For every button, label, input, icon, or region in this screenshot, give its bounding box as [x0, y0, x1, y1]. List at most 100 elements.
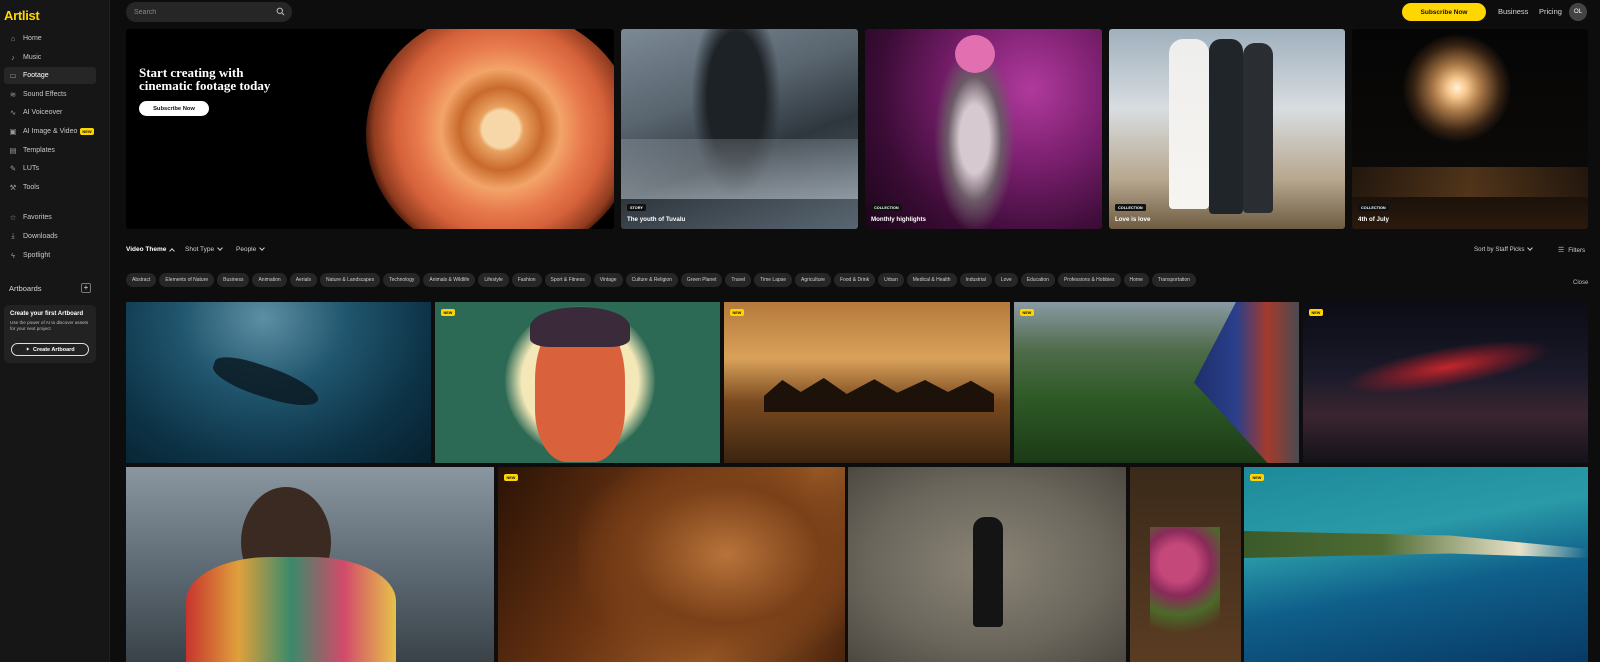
tag-transportation[interactable]: Transportation: [1151, 273, 1196, 287]
hero-card-july[interactable]: COLLECTION 4th of July: [1352, 29, 1588, 229]
tag-aerials[interactable]: Aerials: [289, 273, 317, 287]
tag-abstract[interactable]: Abstract: [126, 273, 157, 287]
filters-button[interactable]: ☰ Filters: [1558, 246, 1585, 255]
footage-tile[interactable]: [848, 467, 1126, 662]
artboards-title: Artboards: [9, 284, 42, 293]
sidebar-item-tools[interactable]: ⚒ Tools: [4, 179, 96, 196]
sparkle-icon: ✦: [25, 346, 30, 353]
sidebar-nav: ⌂ Home ♪ Music ▭ Footage ≋ Sound Effects ∿ AI…: [4, 30, 96, 265]
hero-flower-image: [366, 29, 614, 229]
sidebar-item-ai-voiceover[interactable]: ∿ AI Voiceover: [4, 104, 96, 121]
chevron-down-icon: [217, 245, 223, 251]
tag-education[interactable]: Education: [1020, 273, 1055, 287]
footage-tile[interactable]: [126, 467, 494, 662]
hero-card-story[interactable]: STORY The youth of Tuvalu: [621, 29, 858, 229]
tag-urban[interactable]: Urban: [878, 273, 904, 287]
sidebar-item-label: Tools: [23, 183, 40, 191]
sort-dropdown[interactable]: Sort by Staff Picks: [1474, 245, 1534, 253]
filter-label: People: [236, 246, 257, 253]
create-artboard-button[interactable]: ✦ Create Artboard: [11, 343, 89, 356]
sidebar: Artlist ⌂ Home ♪ Music ▭ Footage ≋ Sound Eff…: [0, 0, 110, 662]
tag-nature-landscapes[interactable]: Nature & Landscapes: [319, 273, 381, 287]
sidebar-item-templates[interactable]: ▤ Templates: [4, 142, 96, 159]
tag-professions-hobbies[interactable]: Professions & Hobbies: [1057, 273, 1121, 287]
sidebar-item-favorites[interactable]: ☆ Favorites: [4, 209, 96, 226]
hero-card-caption: Monthly highlights: [871, 216, 926, 223]
luts-icon: ✎: [9, 164, 17, 174]
people-filter[interactable]: People: [236, 245, 266, 253]
tag-time-lapse[interactable]: Time Lapse: [754, 273, 793, 287]
footage-tile[interactable]: NEW: [498, 467, 845, 662]
close-tags-link[interactable]: Close: [1573, 280, 1588, 286]
sidebar-item-footage[interactable]: ▭ Footage: [4, 67, 96, 85]
hero-card-caption: Love is love: [1115, 216, 1151, 223]
footage-tile[interactable]: [1130, 467, 1241, 662]
video-theme-filter[interactable]: Video Theme: [126, 246, 176, 254]
sidebar-item-label: Music: [23, 53, 42, 61]
hero-card-monthly[interactable]: COLLECTION Monthly highlights: [865, 29, 1102, 229]
officiant-figure: [1209, 39, 1243, 214]
nav-divider: [4, 197, 96, 209]
tag-industrial[interactable]: Industrial: [959, 273, 992, 287]
swimmer-silhouette: [209, 350, 323, 414]
footage-tile[interactable]: NEW: [1303, 302, 1588, 463]
tag-culture-religion[interactable]: Culture & Religion: [625, 273, 678, 287]
sidebar-item-spotlight[interactable]: ϟ Spotlight: [4, 247, 96, 264]
tools-icon: ⚒: [9, 182, 17, 192]
voiceover-icon: ∿: [9, 108, 17, 118]
tag-love[interactable]: Love: [994, 273, 1018, 287]
sidebar-item-home[interactable]: ⌂ Home: [4, 30, 96, 47]
subscribe-now-button[interactable]: Subscribe Now: [1402, 3, 1486, 21]
tag-elements-of-nature[interactable]: Elements of Nature: [159, 273, 215, 287]
sidebar-item-downloads[interactable]: ⤓ Downloads: [4, 228, 96, 245]
tag-lifestyle[interactable]: Lifestyle: [478, 273, 509, 287]
search-icon[interactable]: [276, 7, 285, 16]
shot-type-filter[interactable]: Shot Type: [185, 245, 223, 253]
tag-agriculture[interactable]: Agriculture: [795, 273, 831, 287]
spotlight-icon: ϟ: [11, 250, 15, 260]
tag-animals-wildlife[interactable]: Animals & Wildlife: [423, 273, 476, 287]
business-link[interactable]: Business: [1498, 7, 1528, 16]
tag-animation[interactable]: Animation: [252, 273, 287, 287]
footage-tile[interactable]: [126, 302, 431, 463]
hero-card-chip: STORY: [627, 204, 646, 211]
artboard-card-description: Use the power of AI to discover assets f…: [10, 320, 89, 331]
sidebar-item-label: Spotlight: [23, 251, 51, 259]
tag-business[interactable]: Business: [217, 273, 250, 287]
star-icon: ☆: [9, 213, 17, 223]
create-artboard-label: Create Artboard: [32, 346, 75, 353]
tag-food-drink[interactable]: Food & Drink: [833, 273, 876, 287]
sidebar-item-music[interactable]: ♪ Music: [4, 49, 96, 66]
footage-tile[interactable]: NEW: [435, 302, 720, 463]
footage-tile[interactable]: NEW: [1014, 302, 1299, 463]
user-avatar[interactable]: OL: [1569, 3, 1587, 21]
sidebar-item-ai-image-video[interactable]: ▣ AI Image & Video NEW: [4, 123, 96, 140]
tag-fashion[interactable]: Fashion: [511, 273, 542, 287]
hero-subscribe-button[interactable]: Subscribe Now: [139, 101, 209, 116]
hero-card-chip: COLLECTION: [1358, 204, 1389, 211]
sidebar-item-luts[interactable]: ✎ LUTs: [4, 160, 96, 177]
footage-tile[interactable]: NEW: [724, 302, 1010, 463]
bride-figure: [1169, 39, 1209, 209]
tag-medical-health[interactable]: Medical & Health: [906, 273, 957, 287]
music-icon: ♪: [11, 52, 15, 62]
artlist-logo[interactable]: Artlist: [4, 8, 40, 23]
tag-vintage[interactable]: Vintage: [593, 273, 623, 287]
hero-card-love[interactable]: COLLECTION Love is love: [1109, 29, 1345, 229]
search-input[interactable]: [134, 5, 264, 19]
add-artboard-button[interactable]: +: [81, 283, 91, 293]
sidebar-item-sound-effects[interactable]: ≋ Sound Effects: [4, 86, 96, 103]
sidebar-item-label: LUTs: [23, 165, 39, 173]
train-carriage: [1194, 302, 1299, 463]
tag-green-planet[interactable]: Green Planet: [680, 273, 723, 287]
tag-travel[interactable]: Travel: [725, 273, 752, 287]
tag-technology[interactable]: Technology: [383, 273, 421, 287]
tag-home[interactable]: Home: [1123, 273, 1149, 287]
footage-tile[interactable]: NEW: [1244, 467, 1588, 662]
new-badge: NEW: [1020, 309, 1034, 316]
tag-sport-fitness[interactable]: Sport & Fitness: [544, 273, 591, 287]
hero-banner: Start creating with cinematic footage to…: [126, 29, 614, 229]
sliders-icon: ☰: [1558, 247, 1565, 254]
chevron-down-icon: [1527, 245, 1534, 251]
pricing-link[interactable]: Pricing: [1539, 7, 1562, 16]
